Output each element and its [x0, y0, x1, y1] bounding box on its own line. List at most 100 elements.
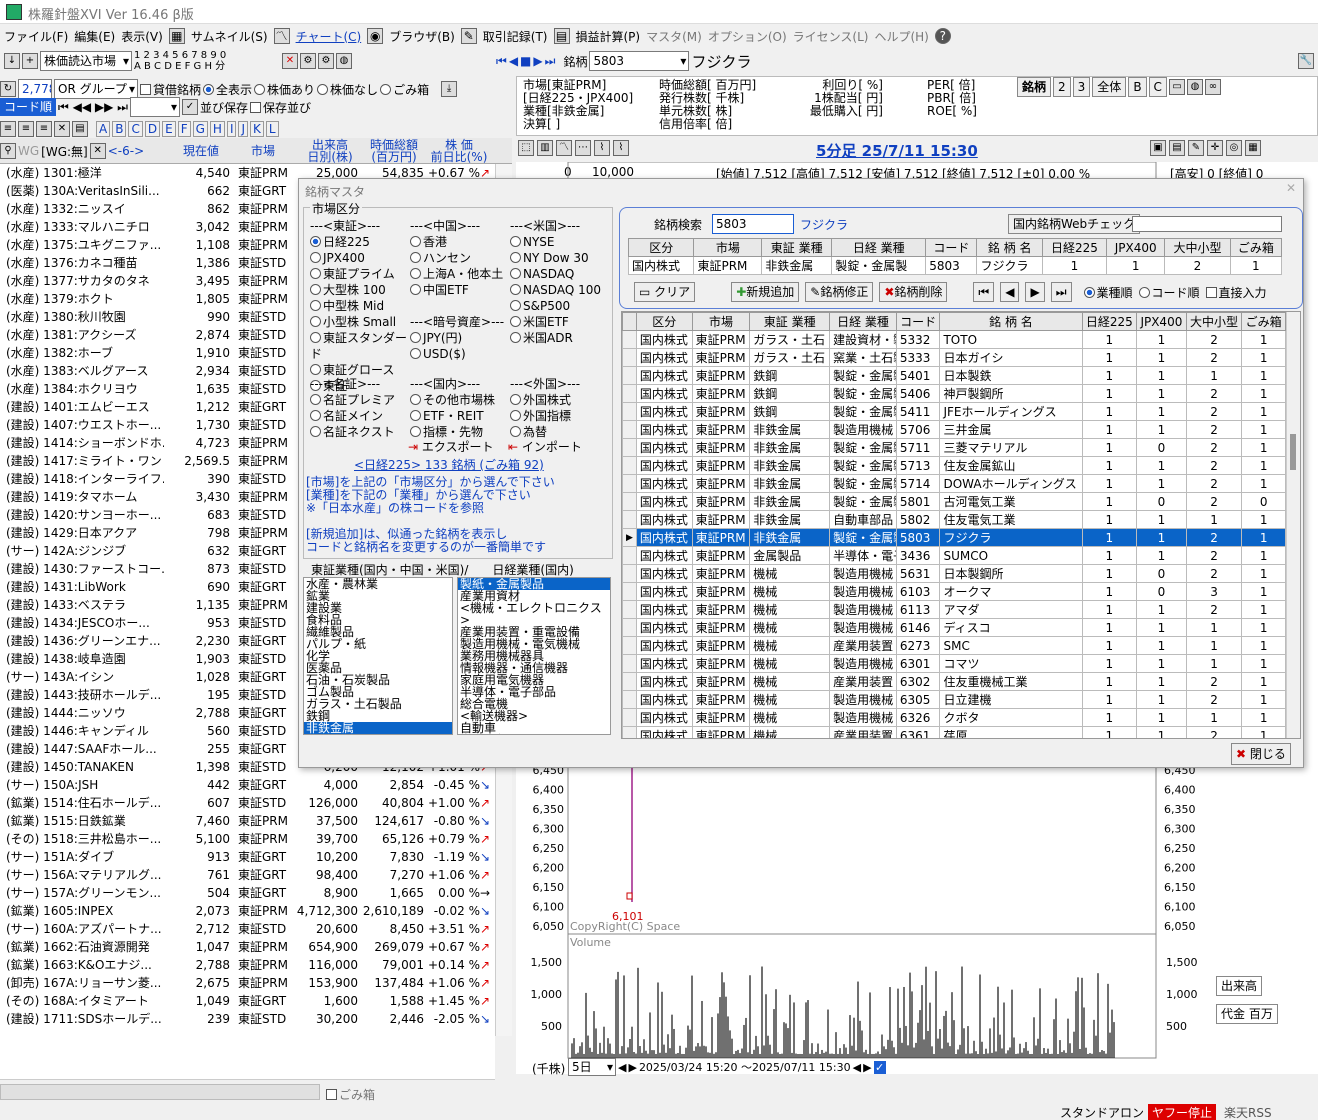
stock-row[interactable]: (サー) 151A:ダイブ 913 東証GRT 10,200 7,830 -1.19 % ↘: [0, 848, 495, 866]
stock-row[interactable]: (その) 1518:三井松島ホー... 5,100 東証PRM 39,700 65,12…: [0, 830, 495, 848]
master-row[interactable]: 国内株式東証PRM鉄鋼製錠・金属製5411JFEホールディングス1121: [622, 402, 1286, 421]
master-row[interactable]: 国内株式 東証PRM 機械 製造用機械 6305 日立建機 1 1 2 1: [622, 690, 1286, 709]
download-icon[interactable]: ⤓: [441, 81, 458, 97]
market-radio[interactable]: 東証プライム: [310, 266, 418, 282]
stock-row[interactable]: (鉱業) 1605:INPEX 2,073 東証PRM 4,712,300 2,610,…: [0, 902, 495, 920]
header-volume[interactable]: 出来高 日別(株): [300, 138, 360, 164]
wg-value[interactable]: [WG:無]: [41, 143, 88, 160]
market-radio[interactable]: 小型株 Small: [310, 314, 418, 330]
market-radio[interactable]: 米国ADR: [510, 330, 610, 346]
prev-record-icon[interactable]: ◀: [1000, 282, 1020, 302]
market-radio[interactable]: S&P500: [510, 298, 610, 314]
stock-row[interactable]: (建設) 1711:SDSホールデ... 239 東証STD 30,200 2,446-…: [0, 1010, 495, 1028]
stock-row[interactable]: (鉱業) 1515:日鉄鉱業 7,460 東証PRM 37,500 124,617 -0.…: [0, 812, 495, 830]
master-row[interactable]: 国内株式東証PRM非鉄金属製錠・金属製5801古河電気工業1020: [622, 492, 1286, 511]
menu-edit[interactable]: 編集(E): [74, 28, 115, 45]
sort-industry-radio[interactable]: 業種順: [1083, 284, 1133, 301]
column-header[interactable]: コード: [895, 312, 941, 331]
stock-row[interactable]: (サー) 150A:JSH 442 東証GRT 4,000 2,854 -0.45 % ↘: [0, 776, 495, 794]
master-row[interactable]: 国内株式 東証PRM 機械 製造用機械 6326 クボタ 1 1 1 1: [622, 708, 1286, 727]
market-radio[interactable]: 大型株 100: [310, 282, 418, 298]
sort-save[interactable]: 並び保存: [200, 99, 248, 116]
filter-icon[interactable]: ⚲: [0, 143, 16, 159]
next-record-icon[interactable]: ▶: [1025, 282, 1045, 302]
column-header[interactable]: 銘 柄 名: [939, 312, 1083, 331]
menu-profit[interactable]: 損益計算(P): [576, 28, 641, 45]
market-radio[interactable]: 東証スタンダード: [310, 330, 418, 362]
tools-icon[interactable]: ⚙: [300, 53, 316, 69]
menu-browser[interactable]: ブラウザ(B): [389, 28, 455, 45]
edit-button[interactable]: ✎銘柄修正: [805, 282, 874, 302]
fetch-icon[interactable]: ↓: [4, 53, 20, 69]
alpha-button[interactable]: K: [250, 121, 264, 137]
market-radio[interactable]: 中型株 Mid: [310, 298, 418, 314]
list3-icon[interactable]: ≡: [36, 121, 52, 137]
column-header[interactable]: JPX400: [1136, 312, 1187, 331]
column-header[interactable]: ごみ箱: [1241, 312, 1286, 331]
scrollbar-thumb[interactable]: [1290, 434, 1296, 470]
alpha-buttons[interactable]: ABCDEFGHIJKL: [96, 121, 281, 137]
master-row[interactable]: 国内株式 東証PRM 機械 製造用機械 6146 ディスコ 1 1 1 1: [622, 618, 1286, 637]
market-radio[interactable]: JPY(円): [410, 330, 510, 346]
list2-icon[interactable]: ≡: [18, 121, 34, 137]
wrench-icon[interactable]: 🔧: [1298, 53, 1314, 69]
master-row[interactable]: 国内株式 東証PRM 機械 製造用機械 6301 コマツ 1 1 1 1: [622, 654, 1286, 673]
help-icon[interactable]: ?: [934, 28, 951, 44]
menu-master[interactable]: マスタ(M): [646, 28, 702, 45]
industry-item[interactable]: <機械・エレクトロニクス>: [458, 602, 610, 626]
page-icon[interactable]: ▭: [1168, 79, 1185, 95]
nikkei-industry-list[interactable]: 製紙・金属製品 産業用資材 <機械・エレクトロニクス> 産業用装置・重電設備 製造用機械…: [457, 577, 611, 735]
stock-row[interactable]: (サー) 156A:マテリアルグ... 761 東証GRT 98,400 7,270 +1…: [0, 866, 495, 884]
alpha-button[interactable]: G: [192, 121, 208, 137]
menu-thumbnail[interactable]: サムネイル(S): [191, 28, 268, 45]
master-table[interactable]: 区分 市場 東証 業種 日経 業種 コード銘 柄 名日経225 JPX400 大中小型 ごみ箱…: [622, 312, 1286, 738]
master-row[interactable]: ▶国内株式東証PRM非鉄金属製錠・金属製5803フジクラ1121: [622, 528, 1286, 547]
market-radio[interactable]: ETF・REIT: [410, 408, 510, 424]
count-link[interactable]: <日経225> 133 銘柄 (ごみ箱 92): [354, 456, 544, 473]
stock-row[interactable]: (鉱業) 1663:K&Oエナジ... 2,788 東証PRM 116,000 79,0…: [0, 956, 495, 974]
chart-tool-7-icon[interactable]: ▣: [1150, 140, 1166, 156]
master-row[interactable]: 国内株式 東証PRM 機械 産業用装置 6273 SMC 1 1 1 1: [622, 636, 1286, 655]
market-radio[interactable]: 日経225: [310, 234, 418, 250]
globe-icon[interactable]: ◍: [336, 53, 352, 69]
master-row[interactable]: 国内株式東証PRMガラス・土石建設資材・製5332TOTO1121: [622, 330, 1286, 349]
market-radio[interactable]: NASDAQ: [510, 266, 610, 282]
master-row[interactable]: 国内株式 東証PRM 機械 製造用機械 5631 日本製鋼所 1 0 2 1: [622, 564, 1286, 583]
pen-icon[interactable]: ✎: [1188, 140, 1204, 156]
header-price[interactable]: 現在値: [176, 138, 226, 164]
market-radio[interactable]: その他市場株: [410, 392, 510, 408]
range-check-icon[interactable]: ✓: [873, 1060, 886, 1074]
list-hscroll[interactable]: [0, 1084, 320, 1100]
close-button[interactable]: ✖ 閉じる: [1231, 743, 1291, 765]
master-row[interactable]: 国内株式東証PRM鉄鋼製錠・金属製5401日本製鉄1111: [622, 366, 1286, 385]
alpha-button[interactable]: F: [177, 121, 191, 137]
delete-button[interactable]: ✖銘柄削除: [879, 282, 948, 302]
menu-file[interactable]: ファイル(F): [4, 28, 68, 45]
sort-code-radio[interactable]: コード順: [1138, 284, 1200, 301]
menu-chart[interactable]: チャート(C): [296, 28, 362, 45]
radio-all[interactable]: 全表示: [203, 81, 252, 98]
export-button[interactable]: ⇥ エクスポート: [408, 438, 494, 455]
master-row[interactable]: 国内株式東証PRMガラス・土石窯業・土石製5333日本ガイシ1121: [622, 348, 1286, 367]
sort-nav-icons[interactable]: ⏮ ◀◀ ▶▶ ⏭: [58, 100, 128, 115]
alpha-button[interactable]: L: [265, 121, 279, 137]
market-select[interactable]: 株価読込市場: [40, 51, 132, 71]
market-radio[interactable]: ハンセン: [410, 250, 510, 266]
industry-item[interactable]: 自動車部品: [458, 734, 610, 735]
close-list-icon[interactable]: ✕: [54, 121, 70, 137]
column-header[interactable]: 日経 業種: [829, 312, 897, 331]
stock-row[interactable]: (その) 168A:イタミアート 1,049 東証GRT 1,600 1,588 +1.4…: [0, 992, 495, 1010]
trash-checkbox[interactable]: ごみ箱: [326, 1086, 375, 1103]
delete-x-icon[interactable]: ✕: [282, 53, 298, 69]
chart-tool-8-icon[interactable]: ▤: [1169, 140, 1185, 156]
menu-view[interactable]: 表示(V): [121, 28, 163, 45]
master-row[interactable]: 国内株式東証PRM金属製品半導体・電子3436SUMCO1121: [622, 546, 1286, 565]
market-radio[interactable]: 米国ETF: [510, 314, 610, 330]
market-radio[interactable]: 名証ネクスト: [310, 424, 410, 440]
add-button[interactable]: ✚新規追加: [731, 282, 800, 302]
market-radio[interactable]: 上海A・他本土: [410, 266, 510, 282]
alpha-button[interactable]: I: [226, 121, 237, 137]
period-select[interactable]: 5日: [568, 1058, 616, 1076]
next-nav-icon[interactable]: ▶: [533, 54, 542, 68]
header-cap[interactable]: 時価総額 (百万円): [364, 138, 424, 164]
